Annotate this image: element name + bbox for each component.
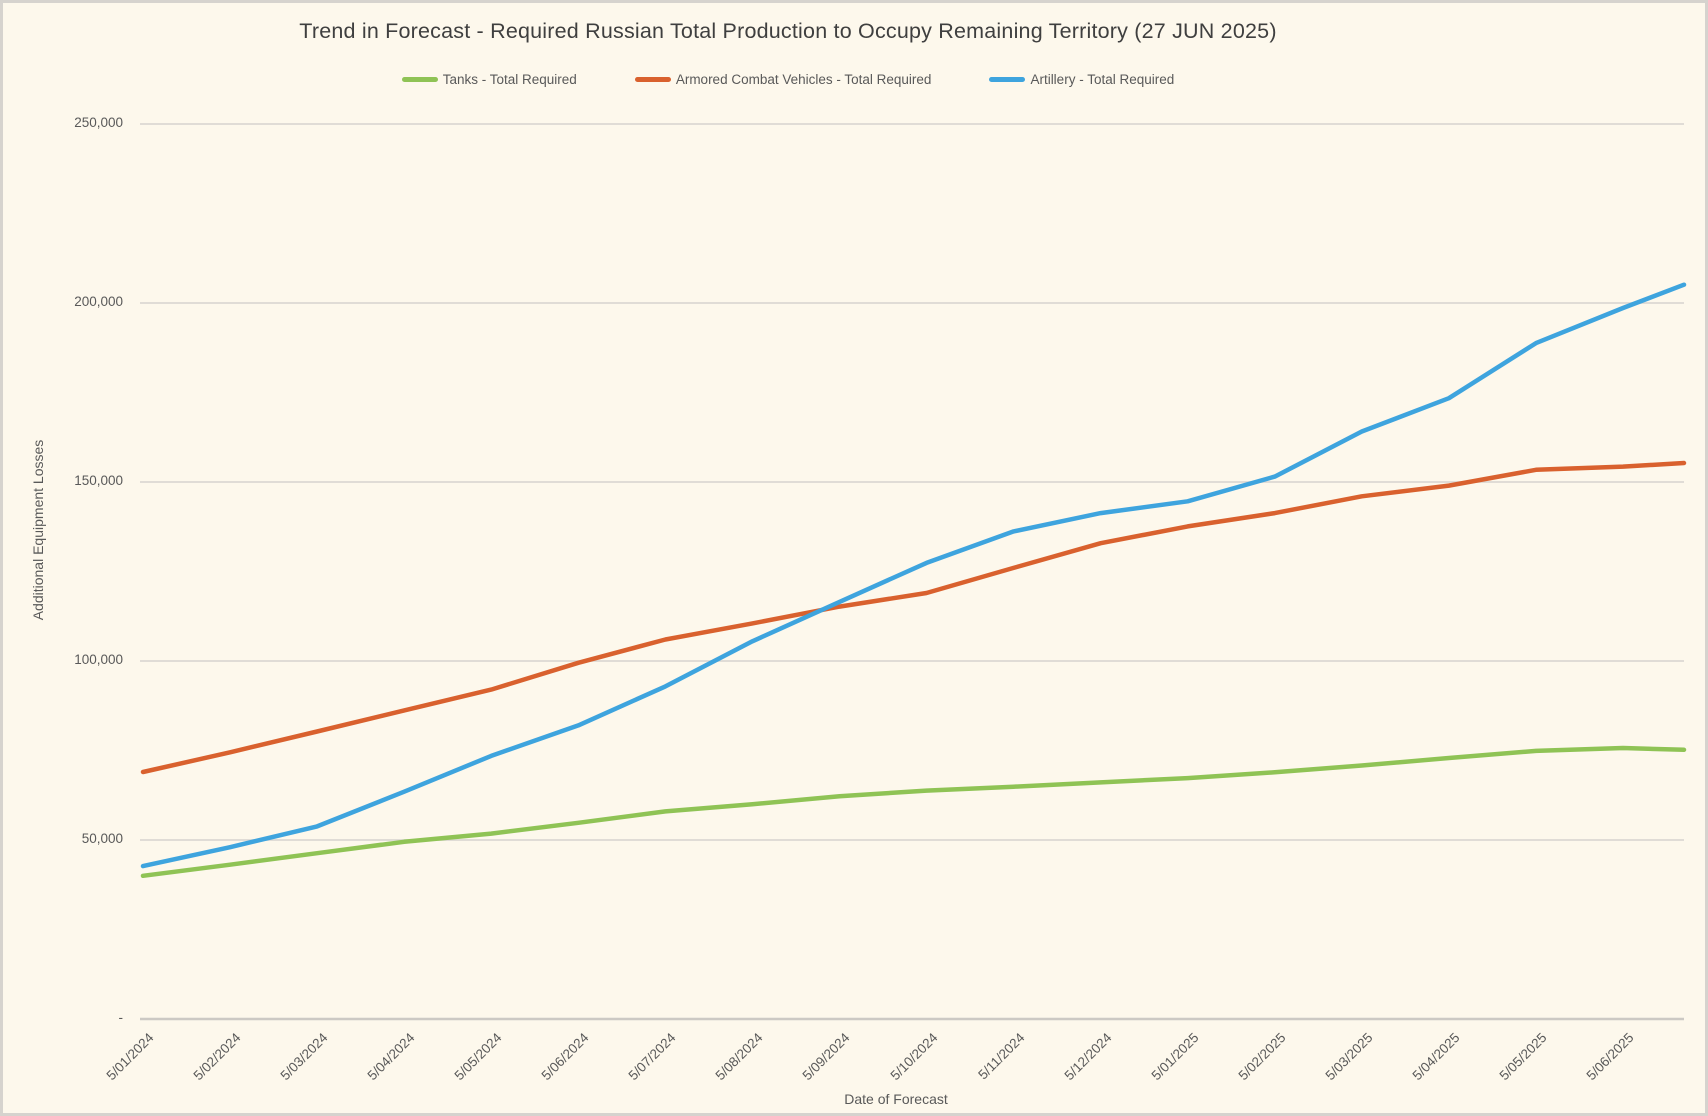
y-tick-label: 150,000 <box>74 473 123 488</box>
y-tick-label: 100,000 <box>74 652 123 667</box>
y-tick-label: 50,000 <box>81 831 123 846</box>
x-axis-title: Date of Forecast <box>844 1091 948 1107</box>
y-tick-label: - <box>118 1010 124 1025</box>
y-axis-title: Additional Equipment Losses <box>30 439 46 621</box>
series-line-armored <box>140 460 1687 775</box>
plot-area <box>140 123 1687 1021</box>
y-tick-label: 200,000 <box>74 294 123 309</box>
chart-canvas: Trend in Forecast - Required Russian Tot… <box>0 0 1708 1116</box>
series-line-artillery <box>140 282 1687 869</box>
series-line-tanks <box>140 745 1687 879</box>
y-tick-label: 250,000 <box>74 115 123 130</box>
